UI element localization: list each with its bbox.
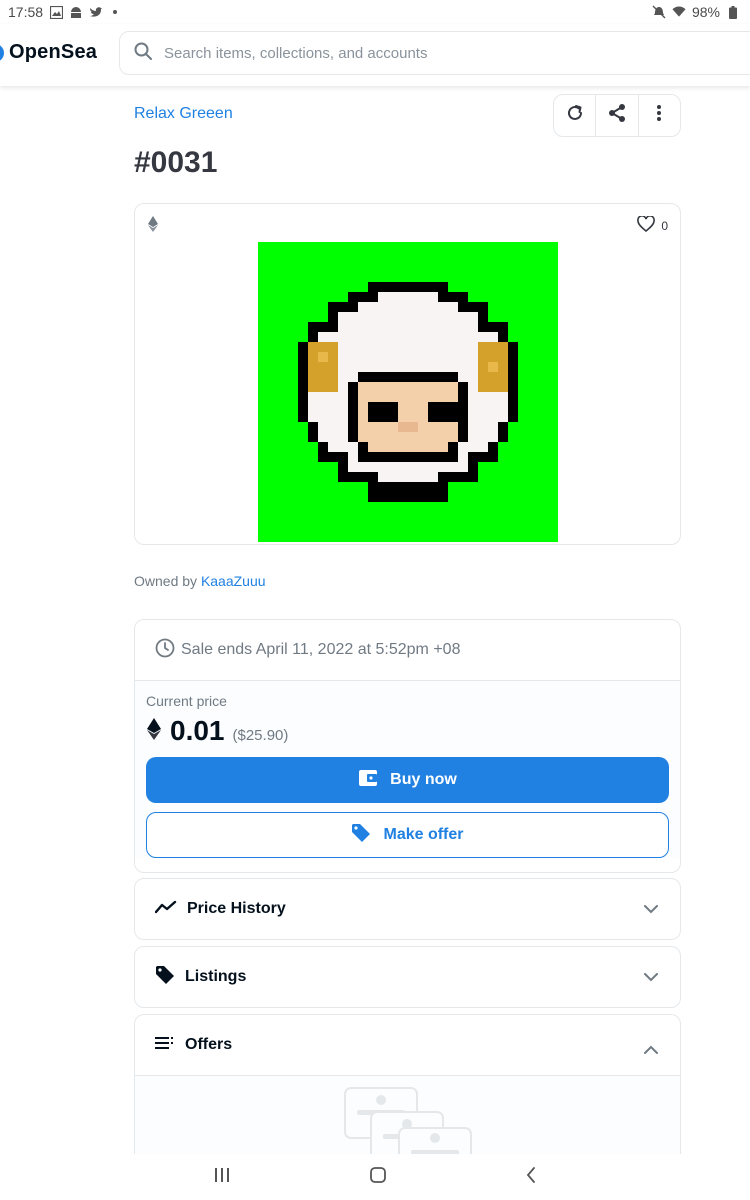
current-price-label: Current price: [146, 693, 227, 709]
favorite-button[interactable]: 0: [637, 215, 668, 235]
ethereum-icon: [147, 216, 159, 237]
owner-link[interactable]: KaaaZuuu: [201, 573, 266, 589]
chevron-up-icon: [644, 1041, 658, 1059]
more-options-button[interactable]: [639, 95, 680, 136]
wifi-icon: [672, 5, 686, 19]
opensea-logo-icon[interactable]: [0, 44, 4, 62]
offers-header[interactable]: Offers: [135, 1015, 680, 1076]
home-icon[interactable]: [370, 1166, 386, 1188]
ethereum-price-icon: [146, 718, 162, 745]
offers-label: Offers: [185, 1036, 233, 1053]
battery-percent: 98%: [691, 4, 720, 20]
trend-icon: [154, 900, 177, 919]
search-icon: [134, 42, 152, 65]
heart-icon: [637, 215, 656, 235]
twitter-icon: [89, 5, 103, 19]
listings-label: Listings: [185, 968, 247, 985]
chevron-down-icon: [644, 969, 658, 987]
dot-icon: [113, 10, 118, 14]
brand-name[interactable]: OpenSea: [9, 41, 97, 64]
nft-image[interactable]: [258, 242, 558, 542]
owned-by-label: Owned by: [134, 573, 198, 589]
item-actions: [553, 94, 681, 137]
android-icon: [69, 5, 83, 19]
mute-icon: [652, 5, 666, 19]
owner-line: Owned by KaaaZuuu: [134, 573, 266, 589]
recent-apps-icon[interactable]: [214, 1167, 230, 1187]
price-amount: 0.01: [170, 715, 225, 746]
price-row: 0.01 ($25.90): [146, 715, 669, 747]
status-time: 17:58: [8, 4, 44, 20]
clock-icon: [155, 638, 175, 663]
top-navigation-bar: OpenSea: [0, 24, 750, 86]
more-vertical-icon: [656, 104, 662, 127]
gallery-icon: [49, 5, 63, 19]
sale-countdown: Sale ends April 11, 2022 at 5:52pm +08: [135, 620, 680, 681]
price-section: Current price 0.01 ($25.90) Buy now Make…: [135, 681, 680, 858]
share-icon: [607, 103, 627, 128]
listings-panel[interactable]: Listings: [134, 946, 681, 1008]
favorite-count: 0: [661, 218, 668, 233]
media-card: 0: [134, 203, 681, 545]
item-title: #0031: [134, 146, 218, 179]
trade-station: Sale ends April 11, 2022 at 5:52pm +08 C…: [134, 619, 681, 873]
price-history-label: Price History: [187, 900, 286, 917]
status-bar: 17:58 98%: [0, 0, 750, 24]
sale-ends-text: Sale ends April 11, 2022 at 5:52pm +08: [181, 641, 461, 658]
system-navigation-bar: [0, 1154, 750, 1200]
price-history-panel[interactable]: Price History: [134, 878, 681, 940]
battery-icon: [726, 5, 740, 19]
back-icon[interactable]: [526, 1166, 536, 1188]
make-offer-button[interactable]: Make offer: [146, 812, 669, 858]
search-box[interactable]: [119, 31, 750, 75]
status-right: 98%: [652, 4, 740, 20]
refresh-button[interactable]: [554, 95, 597, 136]
buy-now-label: Buy now: [390, 771, 457, 788]
tag-icon: [351, 823, 371, 848]
price-usd: ($25.90): [232, 727, 289, 744]
status-left: 17:58: [8, 4, 118, 20]
list-icon: [155, 1036, 175, 1055]
make-offer-label: Make offer: [383, 826, 464, 843]
refresh-icon: [566, 104, 584, 127]
buy-now-button[interactable]: Buy now: [146, 757, 669, 803]
wallet-icon: [358, 769, 378, 792]
chevron-down-icon: [644, 901, 658, 919]
tag-icon: [155, 965, 175, 990]
search-input[interactable]: [164, 44, 724, 62]
collection-link[interactable]: Relax Greeen: [134, 105, 233, 123]
share-button[interactable]: [596, 95, 639, 136]
